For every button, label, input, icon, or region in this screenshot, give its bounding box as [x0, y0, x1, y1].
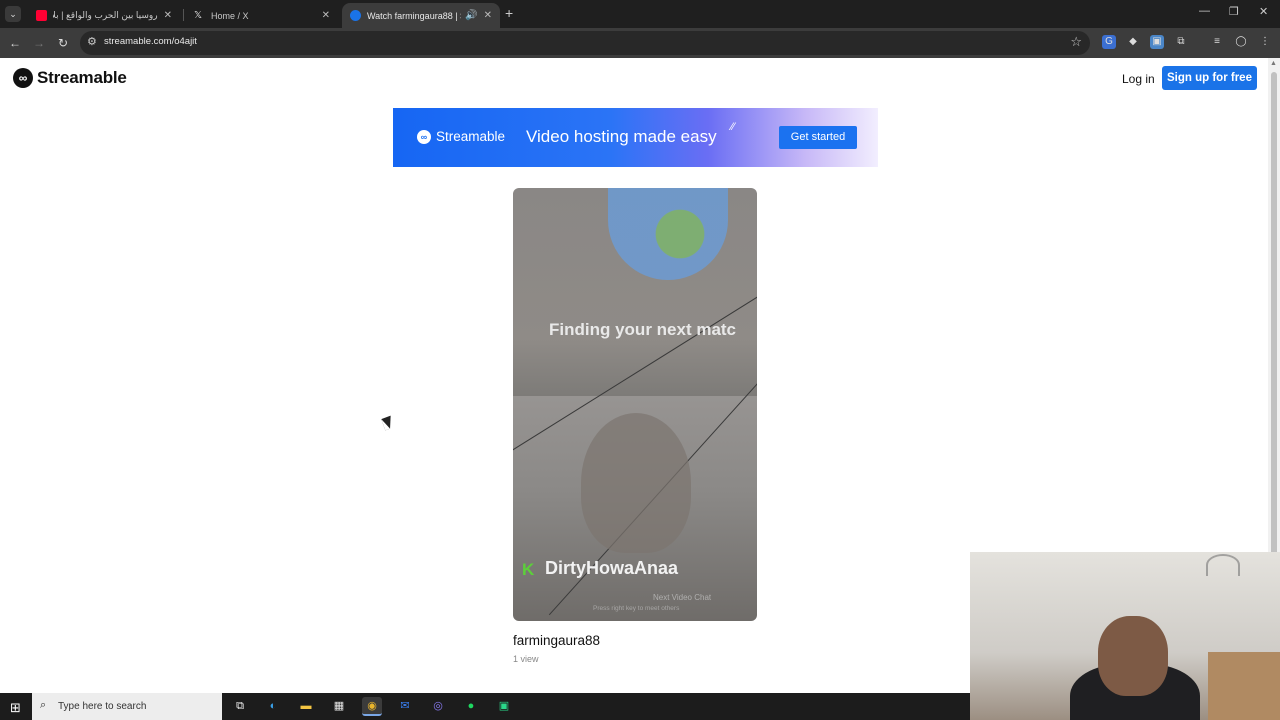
diamond-extension-icon[interactable]: ◆ [1126, 35, 1140, 49]
close-window-icon[interactable]: ✕ [1259, 5, 1268, 18]
kick-k-icon: K [522, 560, 535, 579]
restore-icon[interactable]: ❐ [1229, 5, 1239, 18]
globe-graphic [608, 188, 728, 280]
webcam-overlay [970, 552, 1280, 720]
taskbar-search[interactable]: ⌕ Type here to search [32, 693, 222, 720]
video-overlay-next: Next Video Chat [653, 593, 712, 602]
view-count: 1 view [513, 654, 539, 664]
tab-title: Home / X [211, 10, 249, 21]
menu-dots-icon[interactable]: ⋮ [1258, 35, 1272, 49]
reload-icon[interactable]: ↻ [54, 34, 72, 52]
x-icon: 𝕏 [194, 10, 203, 21]
tab-search-icon[interactable]: ⌄ [5, 6, 21, 22]
messenger-icon[interactable]: ◎ [428, 697, 448, 716]
banner-tagline: Video hosting made easy [526, 127, 717, 146]
profile-icon[interactable]: ◯ [1234, 35, 1248, 49]
tab-x[interactable]: 𝕏 Home / X ✕ [186, 3, 338, 28]
photo-extension-icon[interactable]: ▣ [1150, 35, 1164, 49]
store-icon[interactable]: ▦ [329, 697, 349, 716]
bookmark-star-icon[interactable]: ☆ [1070, 34, 1082, 50]
app-icon[interactable]: ▣ [494, 697, 514, 716]
streamer-face [1098, 616, 1168, 696]
streamable-banner-icon: ∞ [417, 130, 431, 144]
new-tab-icon[interactable]: + [505, 5, 513, 21]
tab-title: Watch farmingaura88 | Stre [367, 10, 461, 21]
close-icon[interactable]: ✕ [322, 10, 330, 21]
banner-brand: Streamable [436, 129, 506, 144]
forward-icon[interactable]: → [30, 34, 48, 52]
video-overlay-sub: Press right key to meet others [593, 605, 680, 612]
extensions-puzzle-icon[interactable]: ⧉ [1174, 35, 1188, 49]
streamable-logo-icon: ∞ [13, 68, 33, 88]
promo-banner[interactable]: ∞ Streamable Video hosting made easy ⁄⁄ … [393, 108, 878, 167]
video-player[interactable]: Finding your next matc K DirtyHowaAnaa N… [513, 188, 757, 621]
mouse-cursor [381, 415, 395, 431]
speaker-icon[interactable]: 🔊 [465, 10, 477, 21]
browser-toolbar: ← → ↻ ⚙ streamable.com/o4ajit ☆ G ◆ ▣ ⧉ … [0, 28, 1280, 58]
tab-youtube[interactable]: روسيا بين الحرب والواقع | بلاد ✕ [28, 3, 180, 28]
login-link[interactable]: Log in [1122, 72, 1155, 86]
back-icon[interactable]: ← [6, 34, 24, 52]
video-overlay-caption: Finding your next matc [549, 320, 737, 339]
site-info-icon[interactable]: ⚙ [87, 35, 97, 48]
tab-divider [183, 9, 184, 21]
translate-extension-icon[interactable]: G [1102, 35, 1116, 49]
ceiling-light [1206, 554, 1240, 576]
streamable-icon [350, 10, 361, 21]
windows-taskbar: ⊞ ⌕ Type here to search ⧉ ◐ ▬ ▦ ◉ ✉ ◎ ● … [0, 693, 970, 720]
cabinet [1208, 652, 1280, 720]
address-bar[interactable]: ⚙ streamable.com/o4ajit ☆ [80, 31, 1090, 55]
youtube-icon [36, 10, 47, 21]
task-view-icon[interactable]: ⧉ [230, 697, 250, 716]
browser-tabstrip: ⌄ روسيا بين الحرب والواقع | بلاد ✕ 𝕏 Hom… [0, 0, 1280, 28]
close-icon[interactable]: ✕ [484, 10, 492, 21]
windows-start-icon[interactable]: ⊞ [10, 700, 21, 716]
file-explorer-icon[interactable]: ▬ [296, 697, 316, 716]
mail-icon[interactable]: ✉ [395, 697, 415, 716]
url-text: streamable.com/o4ajit [104, 36, 197, 47]
minimize-icon[interactable]: — [1199, 5, 1210, 17]
video-person [581, 413, 691, 553]
tab-title: روسيا بين الحرب والواقع | بلاد [53, 10, 158, 20]
spotify-icon[interactable]: ● [461, 697, 481, 716]
search-icon: ⌕ [40, 699, 47, 711]
sparkle-icon: ⁄⁄ [731, 121, 735, 133]
uploader-name[interactable]: farmingaura88 [513, 633, 600, 648]
get-started-button[interactable]: Get started [779, 126, 857, 149]
tab-streamable[interactable]: Watch farmingaura88 | Stre 🔊 ✕ [342, 3, 500, 28]
edge-icon[interactable]: ◐ [263, 697, 283, 716]
logo-text: Streamable [37, 68, 127, 87]
streamable-logo[interactable]: ∞ Streamable [13, 68, 127, 88]
chrome-icon[interactable]: ◉ [362, 697, 382, 716]
close-icon[interactable]: ✕ [164, 10, 172, 21]
signup-button[interactable]: Sign up for free [1162, 66, 1257, 90]
media-controls-icon[interactable]: ≡ [1210, 35, 1224, 49]
video-overlay-username: DirtyHowaAnaa [545, 558, 679, 578]
scroll-up-icon[interactable]: ▲ [1270, 60, 1277, 67]
taskbar-search-placeholder: Type here to search [58, 701, 147, 712]
